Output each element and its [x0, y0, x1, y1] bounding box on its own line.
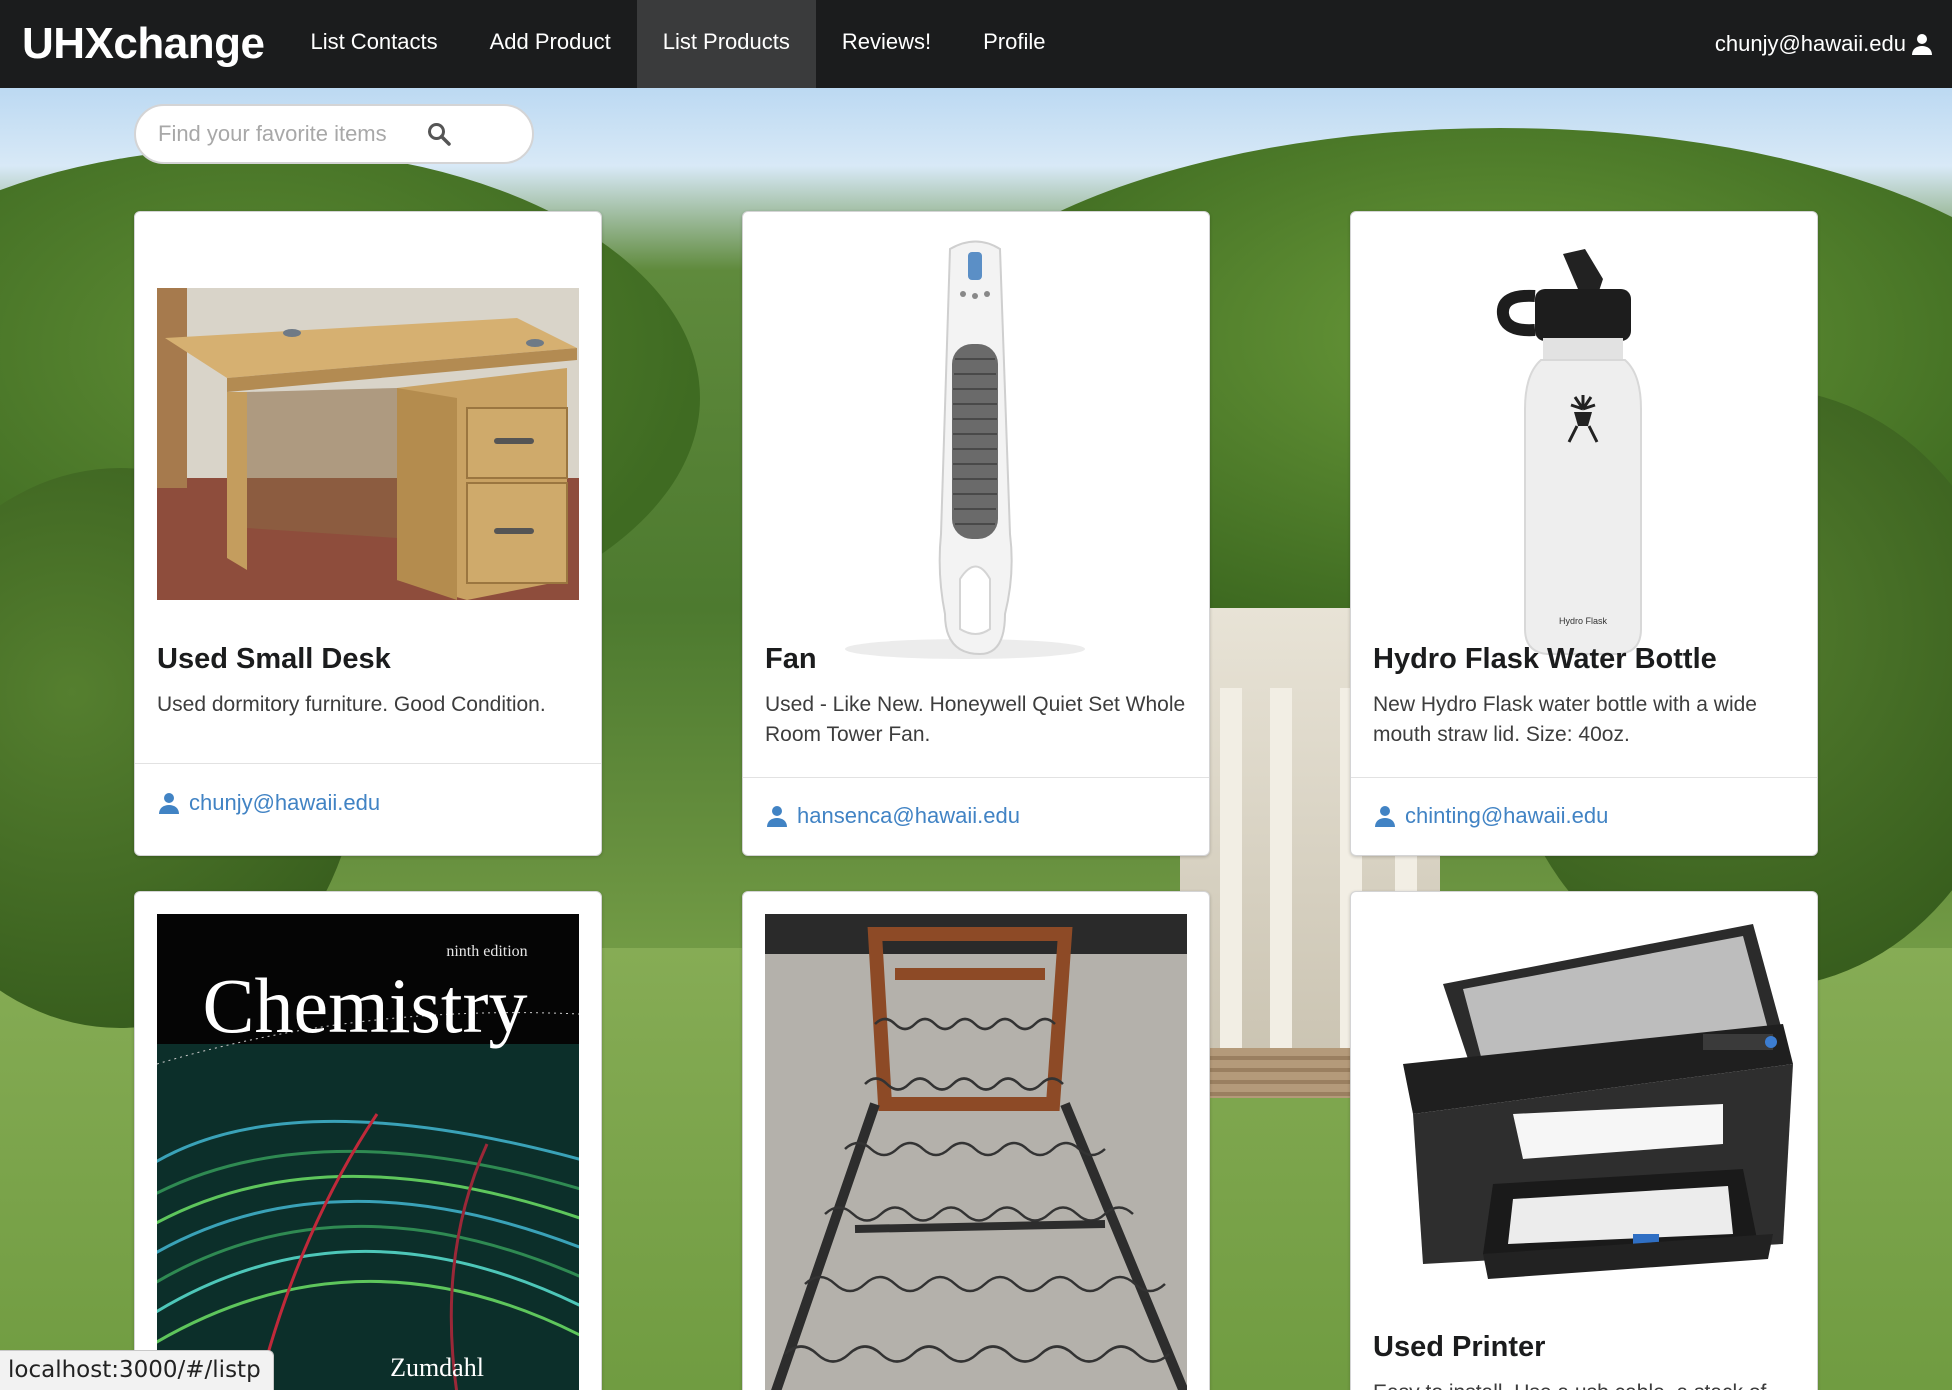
product-image-desk	[157, 288, 579, 600]
top-navbar: UHXchange List Contacts Add Product List…	[0, 0, 1952, 88]
product-title: Used Printer	[1373, 1331, 1546, 1363]
user-icon	[159, 793, 179, 814]
book-author-text: Zumdahl	[390, 1353, 484, 1382]
product-description: New Hydro Flask water bottle with a wide…	[1373, 693, 1757, 746]
product-title: Fan	[765, 643, 817, 675]
nav-reviews[interactable]: Reviews!	[816, 0, 957, 88]
search-input[interactable]	[158, 121, 418, 147]
product-image-bed-frame	[765, 914, 1187, 1390]
product-image-printer	[1373, 914, 1795, 1334]
user-icon	[1910, 32, 1934, 56]
product-card: Fan Used - Like New. Honeywell Quiet Set…	[742, 211, 1210, 856]
product-card: Used Printer Easy to install. Use a usb …	[1350, 891, 1818, 1390]
nav-list-contacts[interactable]: List Contacts	[284, 0, 463, 88]
product-card: Hydro Flask Hydro Flask Water Bottle New…	[1350, 211, 1818, 856]
card-divider	[135, 763, 601, 764]
book-title-text: Chemistry	[203, 962, 528, 1049]
user-menu[interactable]: chunjy@hawaii.edu	[1715, 0, 1952, 88]
browser-status-url: localhost:3000/#/listp	[0, 1350, 274, 1390]
search-box	[134, 104, 534, 164]
product-title: Used Small Desk	[157, 643, 391, 675]
product-card	[742, 891, 1210, 1390]
bottle-brand-text: Hydro Flask	[1559, 616, 1608, 626]
product-description: Used - Like New. Honeywell Quiet Set Who…	[765, 693, 1186, 746]
product-owner-link[interactable]: chinting@hawaii.edu	[1373, 803, 1608, 829]
product-image-chemistry-book: ninth edition Chemistry Zumdahl	[157, 914, 579, 1390]
card-divider	[743, 777, 1209, 778]
product-image-water-bottle: Hydro Flask	[1373, 234, 1795, 666]
nav-list-products[interactable]: List Products	[636, 0, 816, 88]
nav-add-product[interactable]: Add Product	[464, 0, 637, 88]
book-edition-text: ninth edition	[446, 943, 527, 960]
card-divider	[1351, 777, 1817, 778]
product-card: Used Small Desk Used dormitory furniture…	[134, 211, 602, 856]
product-card: ninth edition Chemistry Zumdahl	[134, 891, 602, 1390]
product-owner-link[interactable]: hansenca@hawaii.edu	[765, 803, 1020, 829]
user-email: chunjy@hawaii.edu	[1714, 31, 1906, 56]
product-description: Used dormitory furniture. Good Condition…	[157, 693, 546, 716]
nav-profile[interactable]: Profile	[957, 0, 1071, 88]
product-title: Hydro Flask Water Bottle	[1373, 643, 1717, 675]
user-icon	[1375, 806, 1395, 827]
product-image-tower-fan	[765, 234, 1187, 666]
search-icon[interactable]	[426, 121, 452, 147]
user-icon	[767, 806, 787, 827]
owner-email: hansenca@hawaii.edu	[797, 803, 1020, 828]
owner-email: chunjy@hawaii.edu	[189, 790, 381, 815]
product-description: Easy to install. Use a usb cable, a stac…	[1373, 1378, 1803, 1390]
brand-logo[interactable]: UHXchange	[0, 0, 284, 88]
product-owner-link[interactable]: chunjy@hawaii.edu	[157, 790, 380, 816]
owner-email: chinting@hawaii.edu	[1405, 803, 1609, 828]
